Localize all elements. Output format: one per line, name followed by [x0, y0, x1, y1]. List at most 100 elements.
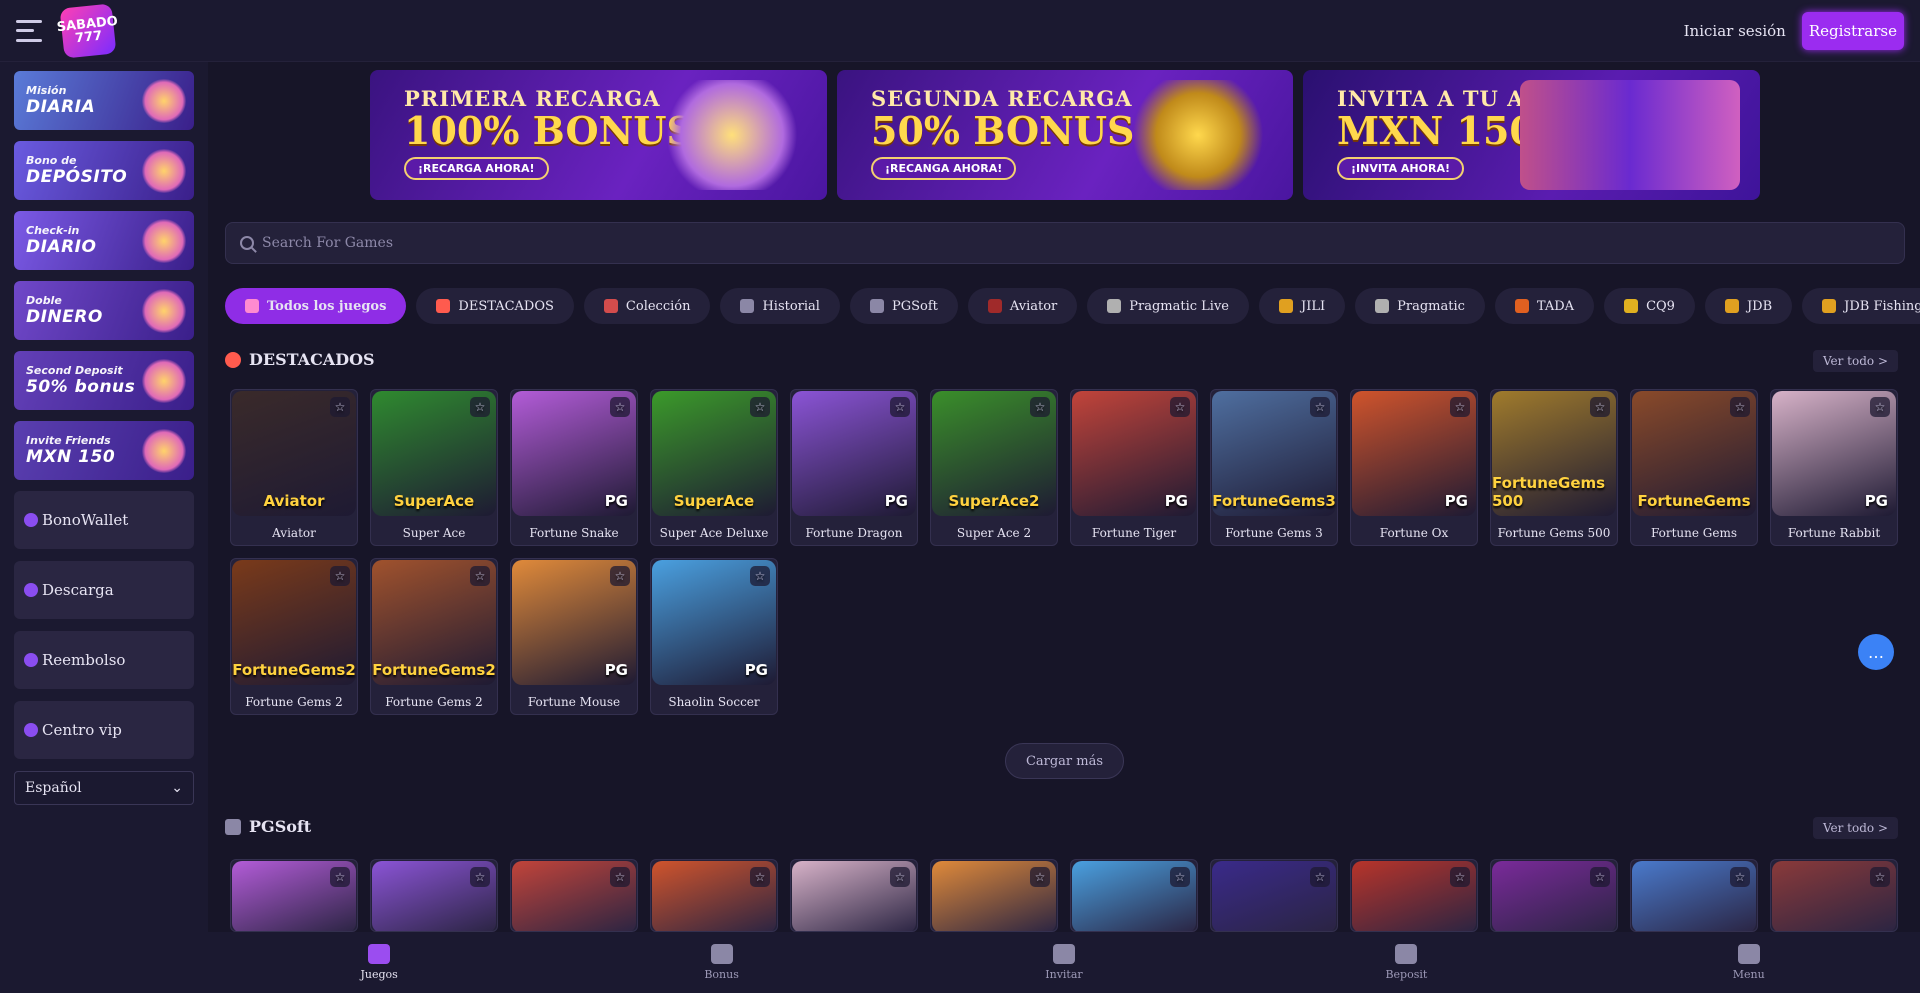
- nav-beposit[interactable]: Beposit: [1366, 944, 1446, 981]
- language-select[interactable]: Español ⌄: [14, 771, 194, 805]
- game-card[interactable]: ☆: [230, 859, 358, 932]
- star-icon[interactable]: ☆: [1450, 867, 1470, 887]
- view-all-destacados[interactable]: Ver todo >: [1812, 350, 1898, 372]
- tab-pgsoft[interactable]: PGSoft: [849, 288, 958, 324]
- sidebar-promo[interactable]: Bono de DEPÓSITO: [14, 141, 194, 200]
- star-icon[interactable]: ☆: [610, 566, 630, 586]
- star-icon[interactable]: ☆: [1170, 397, 1190, 417]
- game-card[interactable]: SuperAce ☆ Super Ace Deluxe: [650, 389, 778, 546]
- game-card[interactable]: ☆: [930, 859, 1058, 932]
- gift-icon: [710, 944, 733, 964]
- sidebar-promo[interactable]: Misión DIARIA: [14, 71, 194, 130]
- tab-historial[interactable]: Historial: [720, 288, 840, 324]
- tab-todos-los-juegos[interactable]: Todos los juegos: [225, 288, 407, 324]
- game-card[interactable]: FortuneGems3 ☆ Fortune Gems 3: [1210, 389, 1338, 546]
- star-icon[interactable]: ☆: [1310, 867, 1330, 887]
- star-icon[interactable]: ☆: [750, 867, 770, 887]
- game-card[interactable]: FortuneGems2 ☆ Fortune Gems 2: [230, 558, 358, 715]
- star-icon[interactable]: ☆: [750, 397, 770, 417]
- sidebar-promo[interactable]: Check-in DIARIO: [14, 211, 194, 270]
- sidebar-item-centro-vip[interactable]: Centro vip: [14, 701, 194, 759]
- game-card[interactable]: ☆: [1070, 859, 1198, 932]
- sidebar-promo[interactable]: Second Deposit 50% bonus: [14, 351, 194, 410]
- sidebar-promo[interactable]: Invite Friends MXN 150: [14, 421, 194, 480]
- nav-bonus[interactable]: Bonus: [682, 944, 762, 981]
- nav-invitar[interactable]: Invitar: [1024, 944, 1104, 981]
- game-card[interactable]: FortuneGems ☆ Fortune Gems: [1630, 389, 1758, 546]
- game-card[interactable]: ☆ PG Fortune Rabbit: [1770, 389, 1898, 546]
- game-card[interactable]: ☆: [1350, 859, 1478, 932]
- banner-invite-friend[interactable]: INVITA A TU AMIGO MXN 150 ¡INVITA AHORA!: [1303, 70, 1760, 200]
- game-name: Super Ace: [402, 525, 466, 540]
- sidebar-item-descarga[interactable]: Descarga: [14, 561, 194, 619]
- star-icon[interactable]: ☆: [1030, 397, 1050, 417]
- game-card[interactable]: ☆: [650, 859, 778, 932]
- register-button[interactable]: Registrarse: [1801, 11, 1904, 50]
- tab-aviator[interactable]: Aviator: [967, 288, 1078, 324]
- star-icon[interactable]: ☆: [1870, 867, 1890, 887]
- sidebar-promo[interactable]: Doble DINERO: [14, 281, 194, 340]
- star-icon[interactable]: ☆: [1730, 397, 1750, 417]
- star-icon[interactable]: ☆: [330, 566, 350, 586]
- game-card[interactable]: FortuneGems2 ☆ Fortune Gems 2: [370, 558, 498, 715]
- star-icon[interactable]: ☆: [1730, 867, 1750, 887]
- hamburger-menu-icon[interactable]: [16, 19, 42, 42]
- star-icon[interactable]: ☆: [1170, 867, 1190, 887]
- game-card[interactable]: ☆: [790, 859, 918, 932]
- tab-pragmatic[interactable]: Pragmatic: [1355, 288, 1485, 324]
- nav-menu[interactable]: Menu: [1709, 944, 1789, 981]
- star-icon[interactable]: ☆: [330, 397, 350, 417]
- banner-first-deposit[interactable]: PRIMERA RECARGA 100% BONUS ¡RECARGA AHOR…: [370, 70, 827, 200]
- star-icon[interactable]: ☆: [470, 397, 490, 417]
- chat-support-icon[interactable]: …: [1858, 634, 1894, 670]
- star-icon[interactable]: ☆: [1310, 397, 1330, 417]
- game-card[interactable]: ☆: [1490, 859, 1618, 932]
- star-icon[interactable]: ☆: [750, 566, 770, 586]
- site-logo[interactable]: SABADO 777: [56, 2, 119, 59]
- star-icon[interactable]: ☆: [470, 566, 490, 586]
- game-card[interactable]: ☆ PG Fortune Snake: [510, 389, 638, 546]
- game-card[interactable]: ☆ PG Fortune Tiger: [1070, 389, 1198, 546]
- star-icon[interactable]: ☆: [610, 397, 630, 417]
- money-bag-icon: [1395, 944, 1418, 964]
- game-card[interactable]: SuperAce2 ☆ Super Ace 2: [930, 389, 1058, 546]
- game-card[interactable]: Aviator ☆ Aviator: [230, 389, 358, 546]
- game-card[interactable]: ☆ PG Fortune Dragon: [790, 389, 918, 546]
- star-icon[interactable]: ☆: [1030, 867, 1050, 887]
- tab-pragmatic-live[interactable]: Pragmatic Live: [1087, 288, 1249, 324]
- star-icon[interactable]: ☆: [890, 867, 910, 887]
- game-card[interactable]: ☆ PG Fortune Ox: [1350, 389, 1478, 546]
- banner-second-deposit[interactable]: SEGUNDA RECARGA 50% BONUS ¡RECANGA AHORA…: [837, 70, 1293, 200]
- star-icon[interactable]: ☆: [610, 867, 630, 887]
- sidebar-item-bonowallet[interactable]: BonoWallet: [14, 491, 194, 549]
- view-all-pgsoft[interactable]: Ver todo >: [1812, 817, 1898, 839]
- game-card[interactable]: ☆: [370, 859, 498, 932]
- tab-jdb-fishing[interactable]: JDB Fishing: [1802, 288, 1920, 324]
- game-card[interactable]: ☆: [1770, 859, 1898, 932]
- load-more-button[interactable]: Cargar más: [1005, 743, 1124, 779]
- tab-jdb[interactable]: JDB: [1704, 288, 1793, 324]
- game-card[interactable]: SuperAce ☆ Super Ace: [370, 389, 498, 546]
- tab-jili[interactable]: JILI: [1259, 288, 1346, 324]
- game-card[interactable]: ☆: [1210, 859, 1338, 932]
- search-input[interactable]: [262, 235, 1890, 251]
- tab-destacados[interactable]: DESTACADOS: [416, 288, 574, 324]
- nav-juegos[interactable]: Juegos: [339, 944, 419, 981]
- tab-colección[interactable]: Colección: [583, 288, 711, 324]
- game-card[interactable]: ☆: [1630, 859, 1758, 932]
- tab-tada[interactable]: TADA: [1494, 288, 1595, 324]
- star-icon[interactable]: ☆: [330, 867, 350, 887]
- game-card[interactable]: ☆ PG Fortune Mouse: [510, 558, 638, 715]
- game-card[interactable]: ☆: [510, 859, 638, 932]
- star-icon[interactable]: ☆: [890, 397, 910, 417]
- star-icon[interactable]: ☆: [470, 867, 490, 887]
- tab-cq9[interactable]: CQ9: [1604, 288, 1695, 324]
- game-card[interactable]: ☆ PG Shaolin Soccer: [650, 558, 778, 715]
- game-card[interactable]: FortuneGems 500 ☆ Fortune Gems 500: [1490, 389, 1618, 546]
- star-icon[interactable]: ☆: [1590, 397, 1610, 417]
- star-icon[interactable]: ☆: [1450, 397, 1470, 417]
- login-link[interactable]: Iniciar sesión: [1684, 22, 1786, 40]
- sidebar-item-reembolso[interactable]: Reembolso: [14, 631, 194, 689]
- star-icon[interactable]: ☆: [1870, 397, 1890, 417]
- star-icon[interactable]: ☆: [1590, 867, 1610, 887]
